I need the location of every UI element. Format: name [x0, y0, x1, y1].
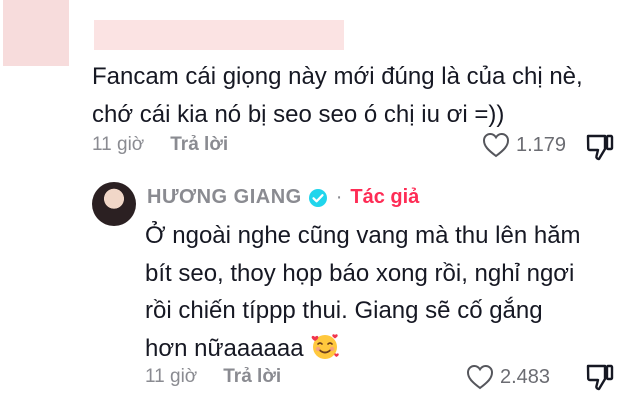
author-avatar[interactable]	[92, 182, 136, 226]
reply-meta: 11 giờ Trả lời	[145, 366, 281, 388]
comment-text: Fancam cái giọng này mới đúng là của chị…	[92, 58, 637, 134]
like-button[interactable]: 2.483	[466, 364, 550, 390]
commenter-name[interactable]	[94, 20, 344, 50]
reply-button[interactable]: Trả lời	[170, 134, 228, 155]
like-count: 2.483	[500, 365, 551, 388]
thumbs-down-icon	[586, 134, 614, 161]
reply-line: Ở ngoài nghe cũng vang mà thu lên hăm	[145, 222, 581, 249]
reply-button[interactable]: Trả lời	[223, 366, 281, 387]
reply-text: Ở ngoài nghe cũng vang mà thu lên hăm bí…	[145, 217, 615, 367]
comment-time: 11 giờ	[92, 134, 145, 155]
dislike-button[interactable]	[585, 132, 615, 167]
author-tag: Tác giả	[350, 186, 420, 208]
author-row: HƯƠNG GIANG · Tác giả	[147, 186, 419, 209]
commenter-avatar[interactable]	[3, 0, 69, 66]
reply-time: 11 giờ	[145, 366, 198, 387]
verified-badge-icon	[308, 188, 327, 207]
reply-line: bít seo, thoy họp báo xong rồi, nghỉ ngơ…	[145, 259, 575, 287]
comment-meta: 11 giờ Trả lời	[92, 134, 228, 156]
reply-line: hơn nữaaaaaa	[145, 334, 304, 362]
separator-dot: ·	[335, 186, 343, 208]
smiling-face-with-hearts-icon	[311, 333, 340, 359]
thumbs-down-icon	[586, 364, 614, 391]
dislike-button[interactable]	[585, 362, 615, 397]
comment-line: Fancam cái giọng này mới đúng là của chị…	[92, 63, 583, 90]
heart-icon	[466, 364, 494, 390]
comment-line: chớ cái kia nó bị seo seo ó chị iu ơi =)…	[92, 101, 505, 128]
heart-icon	[482, 132, 510, 158]
author-name[interactable]: HƯƠNG GIANG	[147, 186, 302, 209]
reply-line-last: hơn nữaaaaaa	[145, 330, 615, 368]
like-button[interactable]: 1.179	[482, 132, 566, 158]
reply-line: rồi chiến típpp thui. Giang sẽ cố gắng	[145, 297, 543, 324]
like-count: 1.179	[516, 133, 567, 156]
